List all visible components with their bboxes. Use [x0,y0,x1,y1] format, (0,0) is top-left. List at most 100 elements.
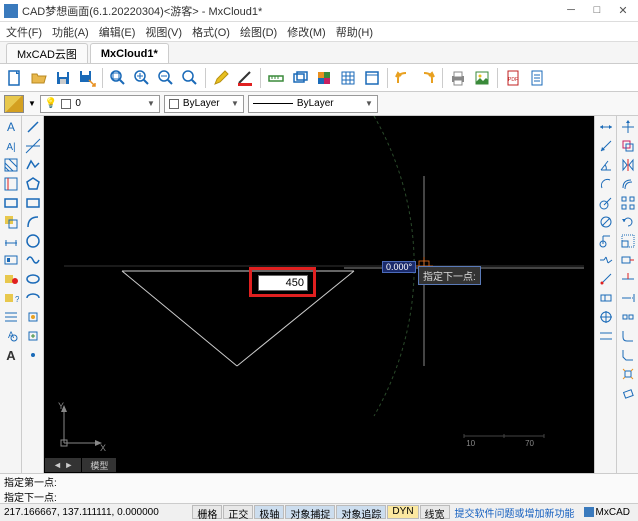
line-tool[interactable] [24,118,42,136]
grid-icon[interactable] [337,67,359,89]
document-icon[interactable] [526,67,548,89]
dim-radius-tool[interactable] [597,194,615,212]
dim-arc-tool[interactable] [597,175,615,193]
tolerance-tool[interactable] [597,289,615,307]
command-line[interactable]: 指定第一点: 指定下一点: [0,473,638,503]
dim-ordinate-tool[interactable] [597,232,615,250]
text-style-tool[interactable]: A [2,346,20,364]
menu-format[interactable]: 格式(O) [192,24,230,40]
modeltab-model[interactable]: 模型 [82,458,116,472]
erase-tool[interactable] [619,384,637,402]
rectangle-tool[interactable] [2,194,20,212]
zoom-extents-button[interactable] [107,67,129,89]
window-icon[interactable] [361,67,383,89]
undo-button[interactable] [392,67,414,89]
maximize-button[interactable]: □ [590,4,604,17]
saveas-button[interactable] [76,67,98,89]
zoom-realtime-button[interactable] [179,67,201,89]
copy-tool[interactable] [619,137,637,155]
layer-dropdown-arrow[interactable]: ▼ [28,99,36,108]
viewport-tool[interactable] [2,251,20,269]
dim-tool[interactable] [2,232,20,250]
pencil-tool[interactable] [210,67,232,89]
color-dropdown[interactable]: ByLayer ▼ [164,95,244,113]
window-restore-icon[interactable] [289,67,311,89]
centermark-tool[interactable] [597,308,615,326]
ellipse-arc-tool[interactable] [24,289,42,307]
fillet-tool[interactable] [619,327,637,345]
dim-linear-tool[interactable] [597,118,615,136]
rect-tool[interactable] [24,194,42,212]
menu-function[interactable]: 功能(A) [52,24,89,40]
layer-manager-icon[interactable] [4,95,24,113]
scale-tool[interactable] [619,232,637,250]
pdf-button[interactable]: PDF [502,67,524,89]
close-button[interactable]: ✕ [616,4,630,17]
status-osnap-toggle[interactable]: 对象捕捉 [285,505,335,519]
layer-walk-tool[interactable]: ? [2,289,20,307]
drawing-canvas[interactable]: 0.000° 指定下一点: Y X 1070 ◄ ► 模型 [44,116,594,473]
menu-draw[interactable]: 绘图(D) [240,24,277,40]
layer-iso-tool[interactable] [2,213,20,231]
arc-tool[interactable] [24,213,42,231]
status-otrack-toggle[interactable]: 对象追踪 [336,505,386,519]
mirror-tool[interactable] [619,156,637,174]
tab-mxcad-cloud[interactable]: MxCAD云图 [6,43,88,63]
offset-tool[interactable] [619,175,637,193]
zoom-out-button[interactable] [155,67,177,89]
menu-view[interactable]: 视图(V) [145,24,182,40]
extend-tool[interactable] [619,289,637,307]
table-tool[interactable] [2,308,20,326]
status-polar-toggle[interactable]: 极轴 [254,505,284,519]
redo-button[interactable] [416,67,438,89]
move-tool[interactable] [619,118,637,136]
export-image-button[interactable] [471,67,493,89]
trim-tool[interactable] [2,175,20,193]
array-tool[interactable] [619,194,637,212]
insert-tool[interactable] [24,327,42,345]
line-color-tool[interactable] [234,67,256,89]
leader-tool[interactable] [597,270,615,288]
status-dyn-toggle[interactable]: DYN [387,505,418,519]
point-tool[interactable] [24,346,42,364]
zoom-in-button[interactable] [131,67,153,89]
menu-file[interactable]: 文件(F) [6,24,42,40]
open-button[interactable] [28,67,50,89]
status-grid-toggle[interactable]: 栅格 [192,505,222,519]
dim-diameter-tool[interactable] [597,213,615,231]
trim-tool-2[interactable] [619,270,637,288]
layers-panel-icon[interactable] [313,67,335,89]
new-button[interactable] [4,67,26,89]
status-feedback-link[interactable]: 提交软件问题或增加新功能 [451,505,579,520]
modeltab-nav[interactable]: ◄ ► [45,458,81,472]
quick-dim-tool[interactable] [597,327,615,345]
status-ortho-toggle[interactable]: 正交 [223,505,253,519]
rotate-tool[interactable] [619,213,637,231]
polyline-tool[interactable] [24,156,42,174]
save-button[interactable] [52,67,74,89]
ellipse-tool[interactable] [24,270,42,288]
dim-jogged-tool[interactable] [597,251,615,269]
chamfer-tool[interactable] [619,346,637,364]
menu-modify[interactable]: 修改(M) [287,24,326,40]
layer-color-tool[interactable] [2,270,20,288]
xline-tool[interactable] [24,137,42,155]
break-tool[interactable] [619,308,637,326]
minimize-button[interactable]: ─ [564,4,578,17]
mtext-tool[interactable]: A| [2,137,20,155]
explode-tool[interactable] [619,365,637,383]
stretch-tool[interactable] [619,251,637,269]
linetype-dropdown[interactable]: ByLayer ▼ [248,95,378,113]
block-tool[interactable] [24,308,42,326]
menu-help[interactable]: 帮助(H) [336,24,373,40]
tab-mxcloud1[interactable]: MxCloud1* [90,43,169,63]
measure-tool[interactable] [265,67,287,89]
hatch-tool[interactable] [2,156,20,174]
polygon-tool[interactable] [24,175,42,193]
text-tool[interactable]: A [2,118,20,136]
spline-tool[interactable] [24,251,42,269]
dim-angular-tool[interactable] [597,156,615,174]
print-button[interactable] [447,67,469,89]
circle-tool[interactable] [24,232,42,250]
menu-edit[interactable]: 编辑(E) [99,24,136,40]
